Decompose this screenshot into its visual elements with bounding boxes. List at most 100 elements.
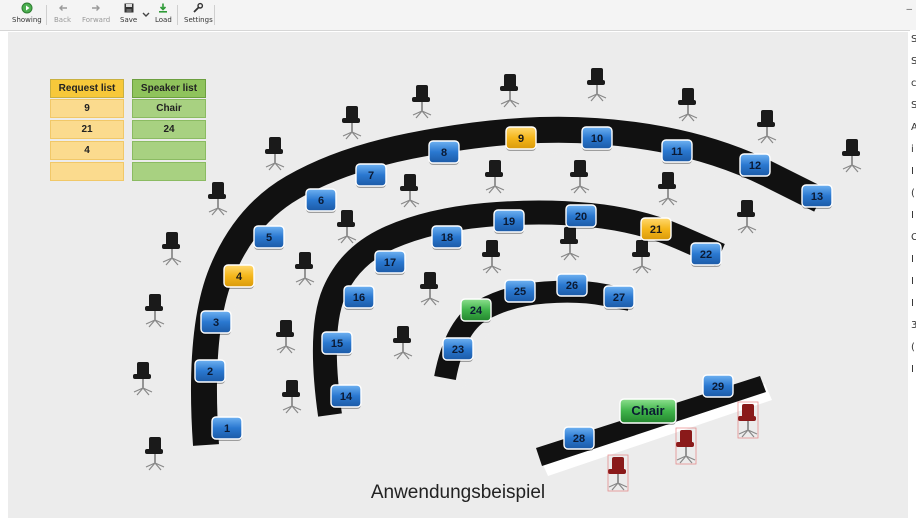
seat-button[interactable]: 2 [194, 359, 226, 384]
office-chair-icon [133, 362, 153, 396]
request-list-header: Request list [50, 79, 124, 98]
edge-text-char: I [911, 254, 914, 265]
seat-label: 3 [213, 317, 219, 329]
seat-label: 1 [224, 423, 230, 435]
seat-button-chair[interactable]: Chair [619, 398, 677, 425]
seat-button[interactable]: 6 [305, 188, 337, 213]
seat-button[interactable]: 10 [581, 126, 613, 151]
speaker-list-item[interactable]: Chair [132, 99, 206, 118]
seat-label: 10 [591, 133, 603, 145]
office-chair-icon [675, 427, 697, 465]
office-chair-icon [282, 380, 302, 414]
edge-text-char: I [911, 298, 914, 309]
request-list-item[interactable] [50, 162, 124, 181]
seat-label: 4 [236, 271, 243, 283]
edge-text-char: c [911, 78, 916, 89]
seat-button[interactable]: 20 [565, 204, 597, 229]
seat-button[interactable]: 25 [504, 279, 536, 304]
seat-label: 25 [514, 286, 526, 298]
edge-text-char: S [911, 100, 916, 111]
seat-button[interactable]: 13 [801, 184, 833, 209]
seat-button[interactable]: 22 [690, 242, 722, 267]
caption: Anwendungsbeispiel [370, 482, 546, 503]
seat-button[interactable]: 29 [702, 374, 734, 399]
seat-label: 21 [650, 224, 662, 236]
seat-button[interactable]: 14 [330, 384, 362, 409]
seat-label: 16 [353, 292, 365, 304]
office-chair-icon [420, 272, 440, 306]
seat-label: 27 [613, 292, 625, 304]
edge-text-char: S [911, 34, 916, 45]
seat-label: 2 [207, 366, 213, 378]
speaker-list: Speaker list Chair 24 [132, 79, 206, 183]
request-list-item[interactable]: 21 [50, 120, 124, 139]
seat-button[interactable]: 26 [556, 273, 588, 298]
seat-button[interactable]: 3 [200, 310, 232, 335]
seat-label: 14 [340, 391, 353, 403]
office-chair-icon [295, 252, 315, 286]
office-chair-icon [145, 437, 165, 471]
request-list: Request list 9 21 4 [50, 79, 124, 183]
seat-button[interactable]: 11 [661, 139, 693, 164]
seat-label: 7 [368, 170, 374, 182]
office-chair-icon [757, 110, 777, 144]
request-list-item[interactable]: 9 [50, 99, 124, 118]
seat-button[interactable]: 1 [211, 416, 243, 441]
edge-text-char: ( [911, 188, 915, 199]
office-chair-icon [162, 232, 182, 266]
seat-label: 28 [573, 433, 585, 445]
seat-button[interactable]: 18 [431, 225, 463, 250]
seat-button[interactable]: 16 [343, 285, 375, 310]
seat-button[interactable]: 24 [460, 298, 492, 323]
speaker-list-item[interactable]: 24 [132, 120, 206, 139]
office-chair-icon [658, 172, 678, 206]
seat-label: 20 [575, 211, 587, 223]
office-chair-icon [485, 160, 505, 194]
seat-label: 17 [384, 257, 396, 269]
office-chair-icon [276, 320, 296, 354]
edge-text-char: 3 [911, 320, 916, 331]
seat-button[interactable]: 5 [253, 225, 285, 250]
seat-button[interactable]: 4 [223, 264, 255, 289]
office-chair-icon [393, 326, 413, 360]
seat-button[interactable]: 15 [321, 331, 353, 356]
seat-label: 6 [318, 195, 324, 207]
speaker-list-item[interactable] [132, 162, 206, 181]
seat-button[interactable]: 9 [505, 126, 537, 151]
seat-label: 9 [518, 133, 524, 145]
office-chair-icon [265, 137, 285, 171]
edge-text-char: I [911, 210, 914, 221]
seat-label: 15 [331, 338, 343, 350]
office-chair-icon [337, 210, 357, 244]
office-chair-icon [587, 68, 607, 102]
edge-text-char: I [911, 166, 914, 177]
seat-button[interactable]: 7 [355, 163, 387, 188]
edge-text-char: I [911, 276, 914, 287]
office-chair-icon [145, 294, 165, 328]
office-chair-icon [400, 174, 420, 208]
edge-text-char: S [911, 56, 916, 67]
seat-label: 13 [811, 191, 823, 203]
speaker-list-item[interactable] [132, 141, 206, 160]
office-chair-icon [412, 85, 432, 119]
edge-text-char: C [911, 232, 916, 243]
seat-button[interactable]: 17 [374, 250, 406, 275]
seat-label: 18 [441, 232, 453, 244]
office-chair-icon [342, 106, 362, 140]
office-chair-icon [570, 160, 590, 194]
seat-button[interactable]: 19 [493, 209, 525, 234]
edge-text-char: I [911, 364, 914, 375]
seat-button[interactable]: 21 [640, 217, 672, 242]
edge-text-char: i [911, 144, 914, 155]
request-list-item[interactable]: 4 [50, 141, 124, 160]
seat-label: 22 [700, 249, 712, 261]
seat-button[interactable]: 27 [603, 285, 635, 310]
office-chair-icon [208, 182, 228, 216]
seat-button[interactable]: 12 [739, 153, 771, 178]
seat-label: 26 [566, 280, 578, 292]
seat-button[interactable]: 28 [563, 426, 595, 451]
seat-label: 24 [470, 305, 483, 317]
seat-label: 11 [671, 146, 683, 158]
seat-button[interactable]: 8 [428, 140, 460, 165]
seat-button[interactable]: 23 [442, 337, 474, 362]
